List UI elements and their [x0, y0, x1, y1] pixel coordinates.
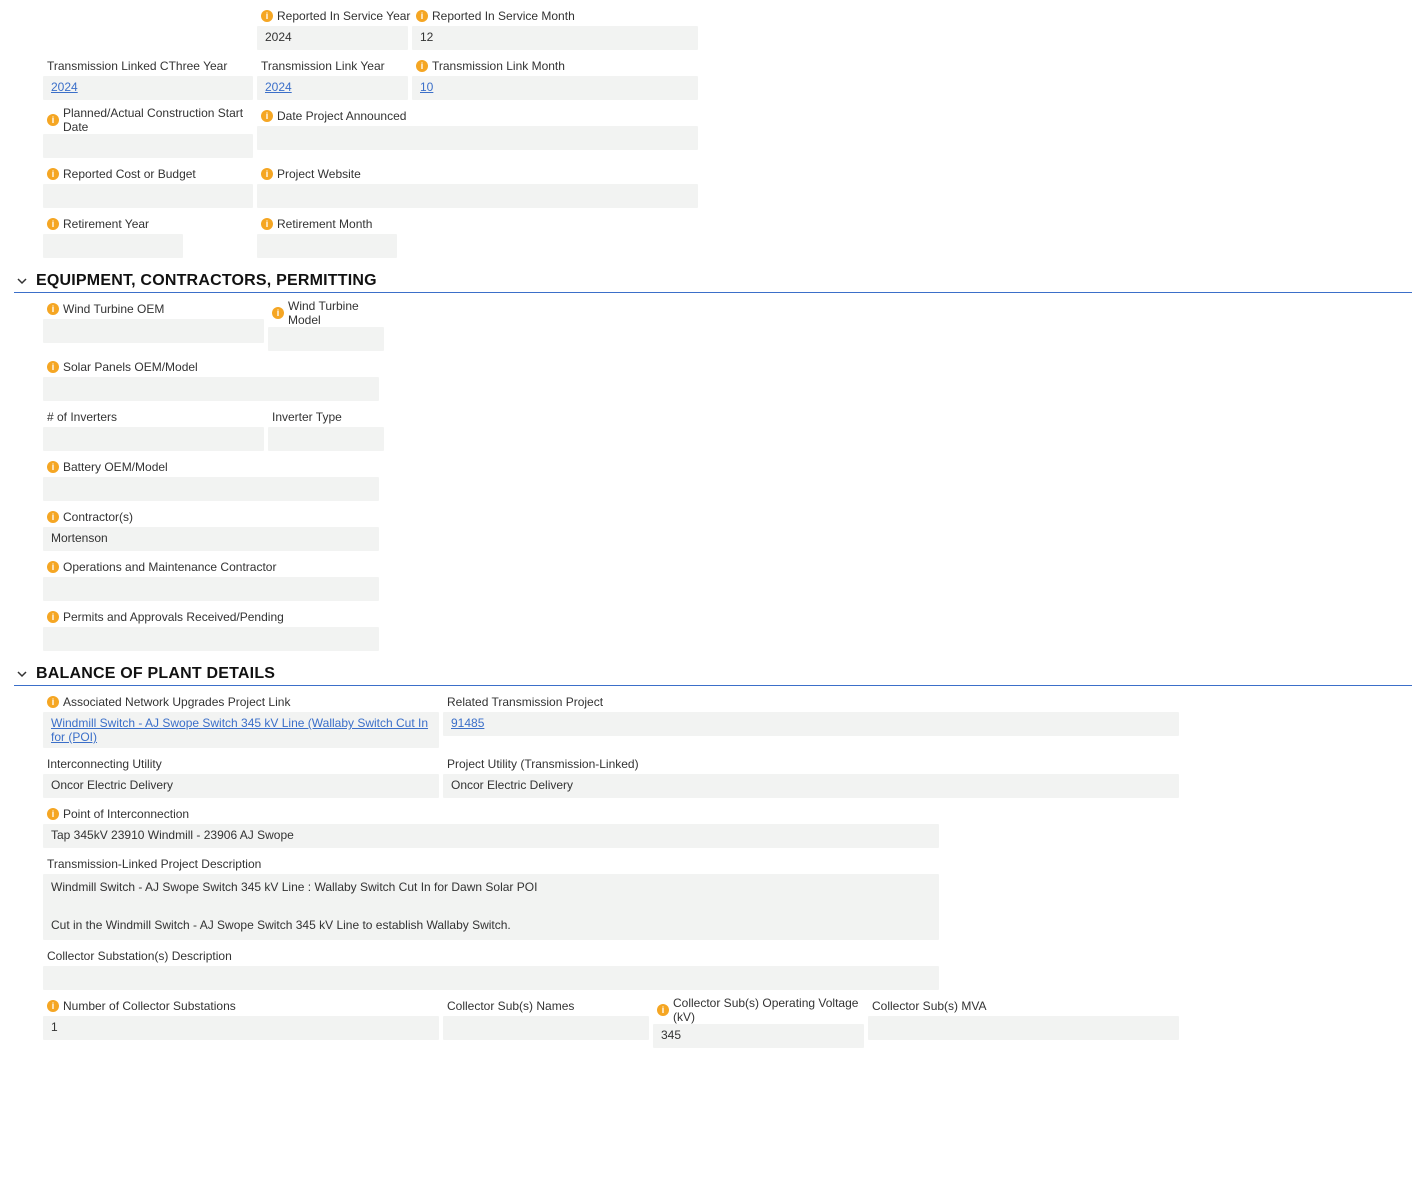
- reported-cost-label: Reported Cost or Budget: [63, 167, 196, 181]
- battery-value: [43, 477, 379, 501]
- info-icon[interactable]: i: [47, 303, 59, 315]
- inverters-num-value: [43, 427, 264, 451]
- info-icon[interactable]: i: [47, 611, 59, 623]
- reported-cost-value: [43, 184, 253, 208]
- inter-utility-label: Interconnecting Utility: [47, 757, 162, 771]
- wind-oem-label: Wind Turbine OEM: [63, 302, 164, 316]
- retirement-month-label: Retirement Month: [277, 217, 372, 231]
- inverter-type-value: [268, 427, 384, 451]
- coll-voltage-label: Collector Sub(s) Operating Voltage (kV): [673, 996, 868, 1024]
- info-icon[interactable]: i: [47, 218, 59, 230]
- construction-start-label: Planned/Actual Construction Start Date: [63, 106, 257, 134]
- info-icon[interactable]: i: [416, 60, 428, 72]
- num-coll-value: 1: [43, 1016, 439, 1040]
- retirement-month-value: [257, 234, 397, 258]
- info-icon[interactable]: i: [47, 561, 59, 573]
- trans-cthree-label: Transmission Linked CThree Year: [47, 59, 227, 73]
- inverters-num-label: # of Inverters: [47, 410, 117, 424]
- info-icon[interactable]: i: [47, 361, 59, 373]
- related-trans-label: Related Transmission Project: [447, 695, 603, 709]
- wind-oem-value: [43, 319, 264, 343]
- coll-names-label: Collector Sub(s) Names: [447, 999, 574, 1013]
- trans-desc-value: Windmill Switch - AJ Swope Switch 345 kV…: [43, 874, 939, 940]
- coll-desc-label: Collector Substation(s) Description: [47, 949, 232, 963]
- info-icon[interactable]: i: [261, 110, 273, 122]
- coll-voltage-value: 345: [653, 1024, 864, 1048]
- trans-link-year-value[interactable]: 2024: [265, 80, 292, 94]
- chevron-down-icon[interactable]: [16, 668, 28, 680]
- solar-value: [43, 377, 379, 401]
- construction-start-value: [43, 134, 253, 158]
- solar-label: Solar Panels OEM/Model: [63, 360, 198, 374]
- wind-model-value: [268, 327, 384, 351]
- info-icon[interactable]: i: [416, 10, 428, 22]
- reported-month-value: 12: [412, 26, 698, 50]
- info-icon[interactable]: i: [272, 307, 284, 319]
- chevron-down-icon[interactable]: [16, 275, 28, 287]
- om-label: Operations and Maintenance Contractor: [63, 560, 276, 574]
- info-icon[interactable]: i: [47, 168, 59, 180]
- poi-label: Point of Interconnection: [63, 807, 189, 821]
- trans-link-year-label: Transmission Link Year: [261, 59, 385, 73]
- balance-section-title: BALANCE OF PLANT DETAILS: [36, 665, 275, 683]
- info-icon[interactable]: i: [261, 10, 273, 22]
- coll-mva-value: [868, 1016, 1179, 1040]
- anu-label: Associated Network Upgrades Project Link: [63, 695, 290, 709]
- info-icon[interactable]: i: [47, 696, 59, 708]
- proj-utility-value: Oncor Electric Delivery: [443, 774, 1179, 798]
- reported-year-value: 2024: [257, 26, 408, 50]
- project-website-value: [257, 184, 698, 208]
- info-icon[interactable]: i: [657, 1004, 669, 1016]
- battery-label: Battery OEM/Model: [63, 460, 168, 474]
- info-icon[interactable]: i: [47, 1000, 59, 1012]
- info-icon[interactable]: i: [47, 511, 59, 523]
- coll-desc-value: [43, 966, 939, 990]
- anu-value[interactable]: Windmill Switch - AJ Swope Switch 345 kV…: [51, 716, 428, 744]
- wind-model-label: Wind Turbine Model: [288, 299, 388, 327]
- contractors-label: Contractor(s): [63, 510, 133, 524]
- om-value: [43, 577, 379, 601]
- info-icon[interactable]: i: [261, 168, 273, 180]
- retirement-year-label: Retirement Year: [63, 217, 149, 231]
- info-icon[interactable]: i: [47, 808, 59, 820]
- coll-mva-label: Collector Sub(s) MVA: [872, 999, 986, 1013]
- equipment-section-title: EQUIPMENT, CONTRACTORS, PERMITTING: [36, 272, 377, 290]
- num-coll-label: Number of Collector Substations: [63, 999, 236, 1013]
- proj-utility-label: Project Utility (Transmission-Linked): [447, 757, 639, 771]
- info-icon[interactable]: i: [261, 218, 273, 230]
- poi-value: Tap 345kV 23910 Windmill - 23906 AJ Swop…: [43, 824, 939, 848]
- date-announced-value: [257, 126, 698, 150]
- trans-desc-label: Transmission-Linked Project Description: [47, 857, 261, 871]
- trans-link-month-label: Transmission Link Month: [432, 59, 565, 73]
- trans-link-month-value[interactable]: 10: [420, 80, 433, 94]
- reported-month-label: Reported In Service Month: [432, 9, 575, 23]
- reported-year-label: Reported In Service Year: [277, 9, 410, 23]
- info-icon[interactable]: i: [47, 461, 59, 473]
- trans-cthree-value[interactable]: 2024: [51, 80, 78, 94]
- contractors-value: Mortenson: [43, 527, 379, 551]
- permits-label: Permits and Approvals Received/Pending: [63, 610, 284, 624]
- info-icon[interactable]: i: [47, 114, 59, 126]
- coll-names-value: [443, 1016, 649, 1040]
- permits-value: [43, 627, 379, 651]
- inverter-type-label: Inverter Type: [272, 410, 342, 424]
- date-announced-label: Date Project Announced: [277, 109, 406, 123]
- related-trans-value[interactable]: 91485: [451, 716, 484, 730]
- inter-utility-value: Oncor Electric Delivery: [43, 774, 439, 798]
- retirement-year-value: [43, 234, 183, 258]
- project-website-label: Project Website: [277, 167, 361, 181]
